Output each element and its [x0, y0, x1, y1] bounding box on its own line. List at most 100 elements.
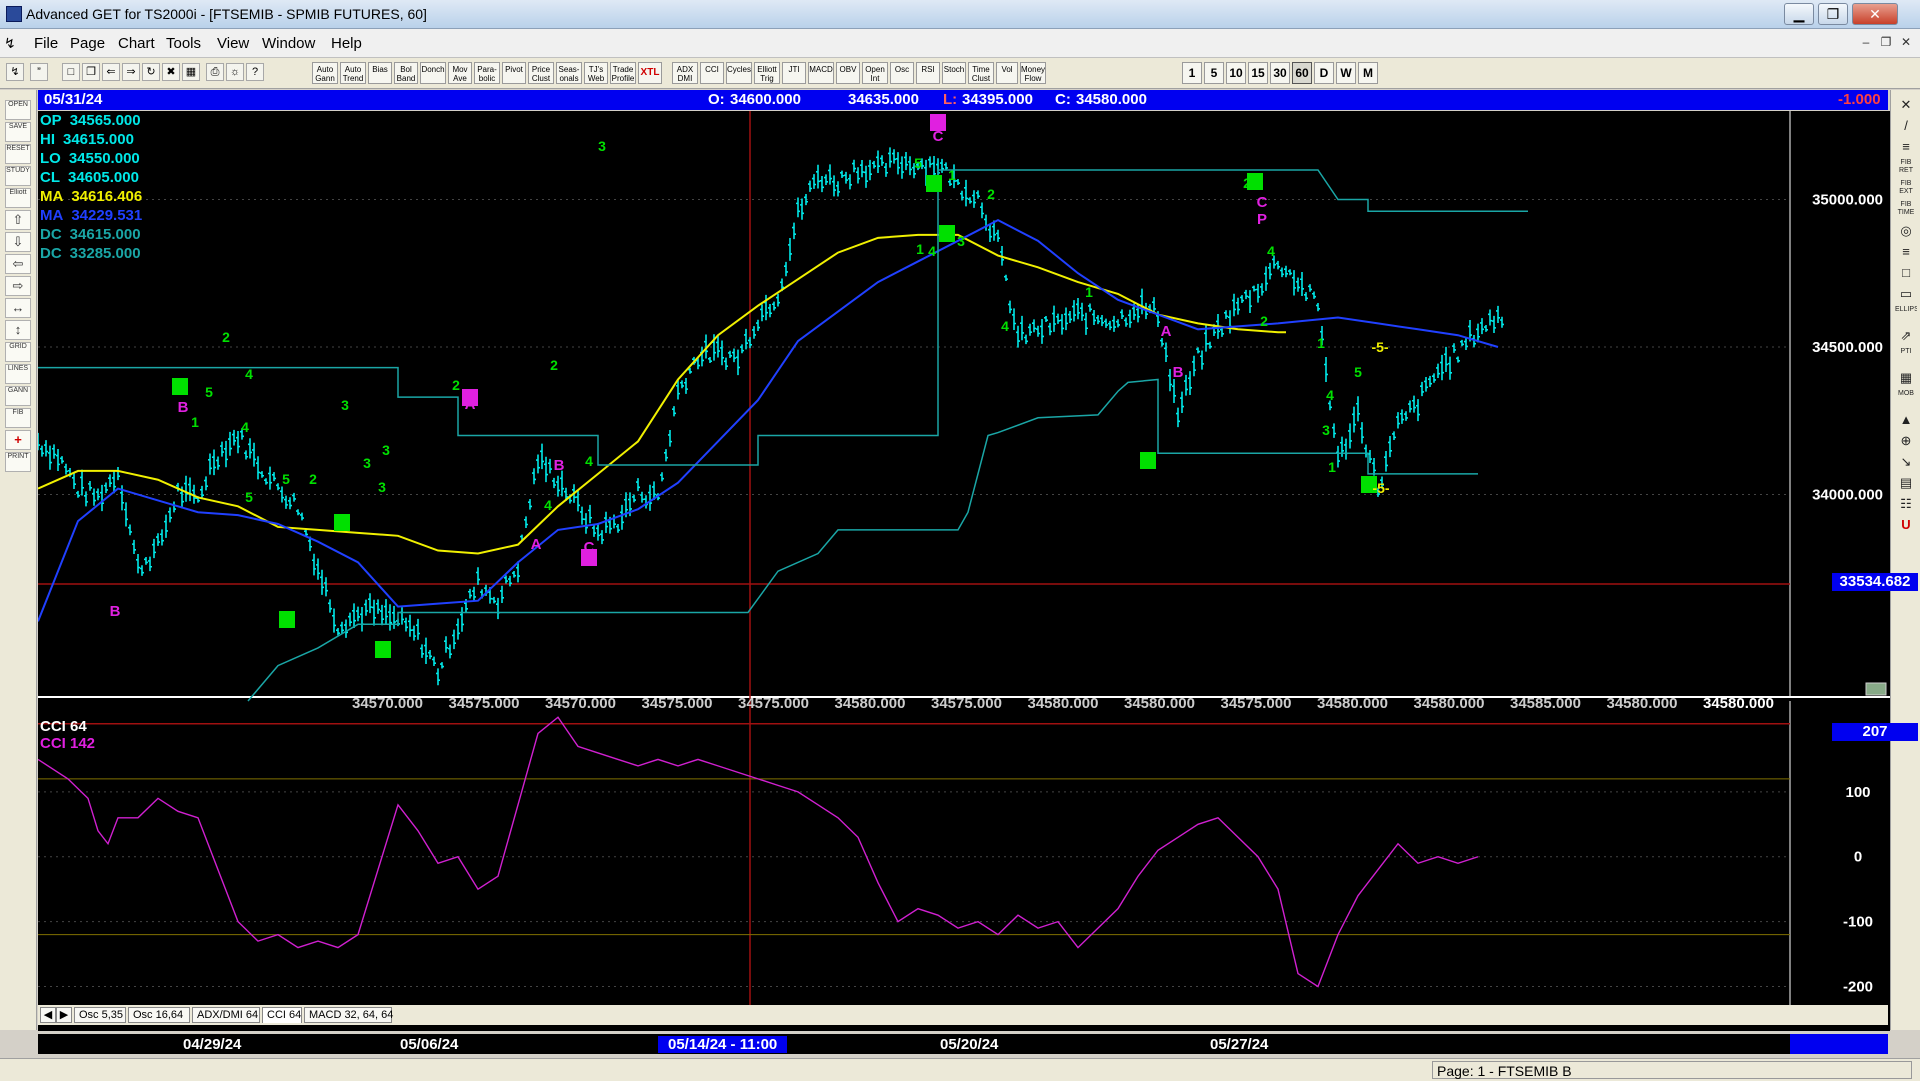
left-tool-0-icon[interactable]: OPEN: [5, 100, 31, 120]
study-button-cci[interactable]: CCI: [700, 62, 724, 84]
minimize-button[interactable]: ▁: [1784, 3, 1814, 25]
scroll-right-icon[interactable]: ⇒: [122, 63, 140, 81]
right-tool-17-icon[interactable]: ↘: [1895, 453, 1917, 473]
study-button-seas-onals[interactable]: Seas-onals: [556, 62, 582, 84]
study-button-price-clust[interactable]: Price Clust: [528, 62, 554, 84]
study-button-tj-s-web[interactable]: TJ's Web: [584, 62, 608, 84]
study-button-para-bolic[interactable]: Para-bolic: [474, 62, 500, 84]
study-button-mov-ave[interactable]: Mov Ave: [448, 62, 472, 84]
right-tool-4-icon[interactable]: FIB EXT: [1895, 180, 1917, 200]
left-tool-9-icon[interactable]: ↔: [5, 298, 31, 318]
left-tool-6-icon[interactable]: ⇩: [5, 232, 31, 252]
right-tool-0-icon[interactable]: ✕: [1895, 96, 1917, 116]
right-tool-7-icon[interactable]: ≡: [1895, 243, 1917, 263]
study-button-bias[interactable]: Bias: [368, 62, 392, 84]
study-button-auto-gann[interactable]: Auto Gann: [312, 62, 338, 84]
interval-button-d[interactable]: D: [1314, 62, 1334, 84]
left-tool-5-icon[interactable]: ⇧: [5, 210, 31, 230]
left-tool-12-icon[interactable]: LINES: [5, 364, 31, 384]
interval-button-1[interactable]: 1: [1182, 62, 1202, 84]
study-button-xtl[interactable]: XTL: [638, 62, 662, 84]
tab-scroll-left-icon[interactable]: ◀: [40, 1007, 56, 1023]
left-tool-8-icon[interactable]: ⇨: [5, 276, 31, 296]
interval-button-10[interactable]: 10: [1226, 62, 1246, 84]
right-tool-19-icon[interactable]: ☷: [1895, 495, 1917, 515]
study-button-rsi[interactable]: RSI: [916, 62, 940, 84]
right-tool-13-icon[interactable]: ▦: [1895, 369, 1917, 389]
menu-window[interactable]: Window: [262, 35, 315, 52]
right-tool-1-icon[interactable]: /: [1895, 117, 1917, 137]
mdi-minimize-button[interactable]: –: [1856, 33, 1876, 51]
left-tool-10-icon[interactable]: ↕: [5, 320, 31, 340]
menu-chart[interactable]: Chart: [118, 35, 155, 52]
right-tool-14-icon[interactable]: MOB: [1895, 390, 1917, 410]
study-button-obv[interactable]: OBV: [836, 62, 860, 84]
study-button-jti[interactable]: JTI: [782, 62, 806, 84]
right-tool-16-icon[interactable]: ⊕: [1895, 432, 1917, 452]
left-tool-16-icon[interactable]: PRINT: [5, 452, 31, 472]
grid-icon[interactable]: ▦: [182, 63, 200, 81]
interval-button-30[interactable]: 30: [1270, 62, 1290, 84]
left-tool-7-icon[interactable]: ⇦: [5, 254, 31, 274]
interval-button-60[interactable]: 60: [1292, 62, 1312, 84]
study-button-trade-profile[interactable]: Trade Profile: [610, 62, 636, 84]
scroll-left-icon[interactable]: ⇐: [102, 63, 120, 81]
copy-icon[interactable]: ❐: [82, 63, 100, 81]
left-tool-2-icon[interactable]: RESET: [5, 144, 31, 164]
right-tool-2-icon[interactable]: ≡: [1895, 138, 1917, 158]
mdi-restore-button[interactable]: ❐: [1876, 33, 1896, 51]
quote-icon[interactable]: ”: [30, 63, 48, 81]
tab-macd-32-64-64[interactable]: MACD 32, 64, 64: [304, 1007, 393, 1023]
close-button[interactable]: ✕: [1852, 3, 1898, 25]
mdi-close-button[interactable]: ✕: [1896, 33, 1916, 51]
bulb-icon[interactable]: ☼: [226, 63, 244, 81]
tab-adx-dmi-64[interactable]: ADX/DMI 64: [192, 1007, 260, 1023]
menu-view[interactable]: View: [217, 35, 249, 52]
chart-area[interactable]: 35000.000 34500.000 34000.000 3 2 4 5 1 2 4 3 5 3 2 4 5…: [38, 111, 1918, 1031]
restore-button[interactable]: ❐: [1818, 3, 1848, 25]
tab-cci-64[interactable]: CCI 64: [262, 1007, 302, 1023]
tab-scroll-right-icon[interactable]: ▶: [56, 1007, 72, 1023]
right-tool-20-icon[interactable]: U: [1895, 516, 1917, 536]
study-button-time-clust[interactable]: Time Clust: [968, 62, 994, 84]
study-button-bol-band[interactable]: Bol Band: [394, 62, 418, 84]
left-tool-1-icon[interactable]: SAVE: [5, 122, 31, 142]
right-tool-6-icon[interactable]: ◎: [1895, 222, 1917, 242]
interval-button-w[interactable]: W: [1336, 62, 1356, 84]
study-button-auto-trend[interactable]: Auto Trend: [340, 62, 366, 84]
study-button-donch[interactable]: Donch: [420, 62, 446, 84]
interval-button-15[interactable]: 15: [1248, 62, 1268, 84]
right-tool-18-icon[interactable]: ▤: [1895, 474, 1917, 494]
left-tool-4-icon[interactable]: Elliott: [5, 188, 31, 208]
left-tool-13-icon[interactable]: GANN: [5, 386, 31, 406]
left-tool-14-icon[interactable]: FIB: [5, 408, 31, 428]
help-icon[interactable]: ?: [246, 63, 264, 81]
study-button-open-int[interactable]: Open Int: [862, 62, 888, 84]
interval-button-m[interactable]: M: [1358, 62, 1378, 84]
left-tool-15-icon[interactable]: +: [5, 430, 31, 450]
tab-osc-5-35[interactable]: Osc 5,35: [74, 1007, 126, 1023]
right-tool-11-icon[interactable]: ⇗: [1895, 327, 1917, 347]
left-tool-3-icon[interactable]: STUDY: [5, 166, 31, 186]
right-tool-3-icon[interactable]: FIB RET: [1895, 159, 1917, 179]
study-button-pivot[interactable]: Pivot: [502, 62, 526, 84]
study-button-vol[interactable]: Vol: [996, 62, 1018, 84]
chart-canvas[interactable]: 35000.00034500.00034000.0003245124353245…: [38, 111, 1890, 1031]
right-tool-15-icon[interactable]: ▲: [1895, 411, 1917, 431]
print-icon[interactable]: ⎙: [206, 63, 224, 81]
tab-osc-16-64[interactable]: Osc 16,64: [128, 1007, 190, 1023]
study-button-adx-dmi[interactable]: ADX DMI: [672, 62, 698, 84]
right-tool-9-icon[interactable]: ▭: [1895, 285, 1917, 305]
menu-help[interactable]: Help: [331, 35, 362, 52]
left-tool-11-icon[interactable]: GRID: [5, 342, 31, 362]
menu-tools[interactable]: Tools: [166, 35, 201, 52]
right-tool-5-icon[interactable]: FIB TIME: [1895, 201, 1917, 221]
study-button-cycles[interactable]: Cycles: [726, 62, 752, 84]
study-button-stoch[interactable]: Stoch: [942, 62, 966, 84]
menu-file[interactable]: File: [34, 35, 58, 52]
study-button-macd[interactable]: MACD: [808, 62, 834, 84]
menu-page[interactable]: Page: [70, 35, 105, 52]
right-tool-8-icon[interactable]: □: [1895, 264, 1917, 284]
delete-icon[interactable]: ✖: [162, 63, 180, 81]
pointer-icon[interactable]: ↯: [6, 63, 24, 81]
